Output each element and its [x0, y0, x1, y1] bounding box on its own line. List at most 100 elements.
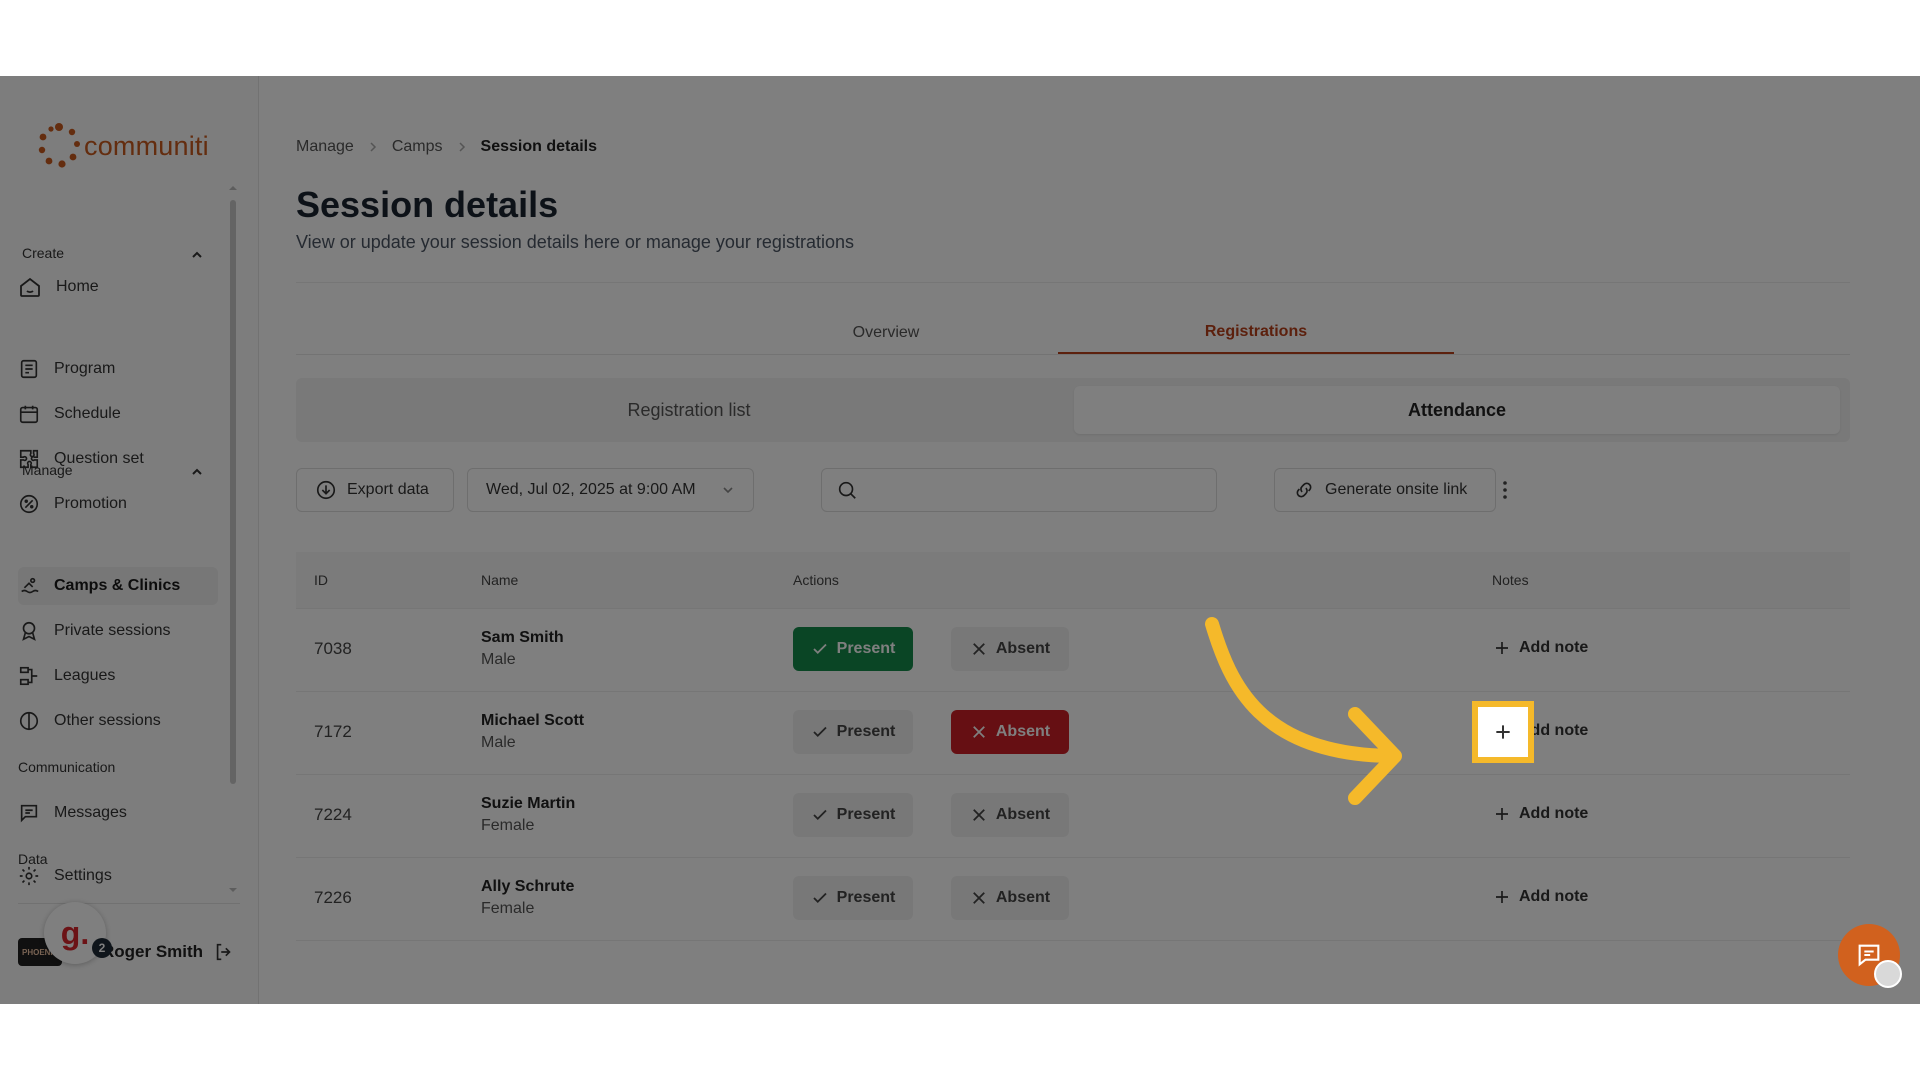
absent-label: Absent: [995, 640, 1051, 657]
scroll-up-icon[interactable]: [229, 184, 237, 192]
participant-gender: Female: [481, 900, 535, 917]
sidebar-item-camps-clinics[interactable]: Camps & Clinics: [18, 567, 218, 605]
add-note-label: Add note: [1519, 888, 1589, 905]
row-id: 7038: [314, 639, 352, 658]
close-icon: [972, 643, 985, 655]
search-input[interactable]: [866, 480, 1210, 500]
column-header-actions: Actions: [793, 572, 839, 588]
tab-registrations[interactable]: Registrations: [1058, 312, 1454, 354]
search-icon: [838, 481, 856, 499]
absent-button[interactable]: Absent: [951, 793, 1069, 837]
tab-bar: Overview Registrations: [296, 312, 1850, 355]
chat-button[interactable]: [1838, 924, 1902, 988]
check-icon: [813, 726, 827, 738]
award-icon: [22, 621, 36, 641]
present-button[interactable]: Present: [793, 710, 913, 754]
plus-icon: [1496, 642, 1508, 654]
sidebar-scrollbar[interactable]: [229, 184, 237, 892]
absent-label: Absent: [995, 723, 1051, 740]
bracket-icon: [19, 666, 38, 686]
export-data-label: Export data: [347, 481, 429, 498]
main-content: Manage Camps Session details Session det…: [296, 76, 1850, 1004]
more-options-icon[interactable]: [1502, 480, 1508, 500]
sidebar-item-settings[interactable]: Settings: [18, 857, 218, 895]
user-name: Roger Smith: [102, 942, 204, 961]
highlighted-add-note-button[interactable]: [1472, 701, 1534, 763]
close-icon: [972, 892, 985, 904]
present-button[interactable]: Present: [793, 793, 913, 837]
breadcrumb-item-current: Session details: [480, 138, 598, 155]
calendar-icon: [19, 405, 39, 424]
table-row: 7224 Suzie Martin Female Present Absent …: [296, 775, 1850, 858]
absent-button[interactable]: Absent: [951, 876, 1069, 920]
scroll-down-icon[interactable]: [229, 886, 237, 894]
sidebar-item-leagues[interactable]: Leagues: [18, 657, 218, 695]
absent-label: Absent: [995, 889, 1051, 906]
search-field[interactable]: [821, 468, 1217, 512]
check-icon: [813, 643, 827, 655]
segment-registration-list[interactable]: Registration list: [304, 386, 1074, 434]
participant-gender: Male: [481, 734, 516, 751]
add-note-label: Add note: [1519, 805, 1589, 822]
chat-status-dot: [1874, 960, 1902, 988]
generate-onsite-link-label: Generate onsite link: [1325, 481, 1468, 498]
document-icon: [20, 359, 38, 379]
row-name-cell: Ally Schrute Female: [481, 878, 574, 918]
present-button[interactable]: Present: [793, 627, 913, 671]
absent-button[interactable]: Absent: [951, 710, 1069, 754]
annotation-arrow-icon: [1205, 617, 1402, 805]
sidebar-item-home[interactable]: Home: [18, 268, 218, 306]
sidebar-item-program[interactable]: Program: [18, 350, 218, 388]
add-note-button[interactable]: Add note: [1493, 805, 1588, 823]
absent-button[interactable]: Absent: [951, 627, 1069, 671]
section-label-manage: Manage: [22, 462, 73, 478]
column-header-notes: Notes: [1492, 572, 1529, 588]
logo: communiti: [36, 122, 209, 170]
sidebar-item-promotion[interactable]: Promotion: [18, 485, 218, 523]
swimmer-icon: [21, 577, 39, 594]
participant-name: Michael Scott: [481, 712, 585, 729]
tab-overview[interactable]: Overview: [686, 312, 1086, 354]
page-title: Session details: [296, 184, 559, 225]
notification-count-badge: 2: [92, 938, 112, 958]
column-header-id: ID: [314, 572, 328, 588]
attendance-table: ID Name Actions Notes 7038 Sam Smith Mal…: [296, 552, 1850, 941]
sidebar-item-messages[interactable]: Messages: [18, 794, 218, 832]
column-header-name: Name: [481, 572, 519, 588]
app-window: communiti Home Create Program Schedule Q…: [0, 76, 1920, 1004]
table-row: 7226 Ally Schrute Female Present Absent …: [296, 858, 1850, 941]
generate-onsite-link-button[interactable]: Generate onsite link: [1274, 468, 1496, 512]
breadcrumb-item-manage[interactable]: Manage: [296, 138, 354, 156]
sidebar-item-label: Leagues: [54, 667, 116, 684]
export-data-button[interactable]: Export data: [296, 468, 454, 512]
row-id: 7226: [314, 888, 352, 907]
sidebar-item-schedule[interactable]: Schedule: [18, 395, 218, 433]
breadcrumb-item-camps[interactable]: Camps: [392, 138, 443, 156]
row-id: 7224: [314, 805, 352, 824]
chevron-up-icon[interactable]: [190, 465, 204, 479]
scroll-thumb[interactable]: [230, 200, 236, 784]
date-select[interactable]: Wed, Jul 02, 2025 at 9:00 AM: [467, 468, 754, 512]
segment-attendance[interactable]: Attendance: [1074, 386, 1840, 434]
chevron-right-icon: [458, 142, 465, 152]
message-icon: [20, 804, 38, 823]
plus-icon: [1496, 891, 1508, 903]
present-label: Present: [836, 806, 896, 823]
row-id: 7172: [314, 722, 352, 741]
chevron-down-icon: [723, 487, 733, 494]
add-note-button[interactable]: Add note: [1493, 888, 1588, 906]
participant-name: Ally Schrute: [481, 878, 575, 895]
row-name-cell: Sam Smith Male: [481, 629, 564, 669]
logout-icon[interactable]: [213, 941, 235, 963]
sidebar-item-private-sessions[interactable]: Private sessions: [18, 612, 218, 650]
sidebar-item-other-sessions[interactable]: Other sessions: [18, 702, 218, 740]
table-row: 7038 Sam Smith Male Present Absent Add n…: [296, 609, 1850, 692]
present-button[interactable]: Present: [793, 876, 913, 920]
chevron-up-icon[interactable]: [190, 248, 204, 262]
section-label-communication: Communication: [18, 759, 116, 775]
chevron-right-icon: [370, 142, 376, 152]
sidebar-item-label: Messages: [54, 804, 127, 821]
table-header: ID Name Actions Notes: [296, 552, 1850, 609]
add-note-button[interactable]: Add note: [1493, 639, 1588, 657]
sidebar-item-label: Settings: [54, 867, 112, 884]
